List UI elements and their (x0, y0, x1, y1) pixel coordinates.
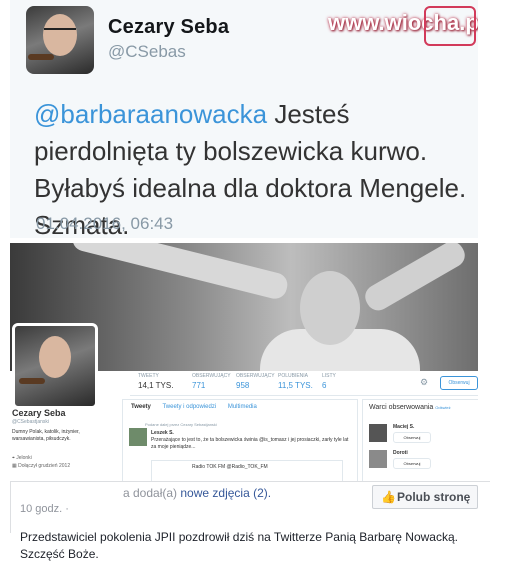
follow-button[interactable]: Obserwuj (440, 376, 478, 390)
stat-following[interactable]: OBSERWUJĄCY 771 (192, 373, 231, 390)
feed-tweet-text: Przerażające to jest to, że ta bolszewic… (151, 437, 349, 450)
thumbs-up-icon: 👍 (381, 490, 396, 504)
tweet-author-handle[interactable]: @CSebas (108, 42, 186, 62)
divider (10, 481, 11, 533)
profile-joined: ▦ Dołączył grudzień 2012 (12, 463, 71, 469)
like-page-button[interactable]: 👍 Polub stronę (372, 485, 478, 509)
tab-tweets[interactable]: Tweety (131, 404, 151, 410)
avatar-pipe (19, 378, 45, 384)
feed-tweet-avatar[interactable] (129, 428, 147, 446)
suggestion-follow-button[interactable]: Obserwuj (393, 458, 431, 469)
banner-figure-head (300, 271, 360, 345)
post-text: Przedstawiciel pokolenia JPII pozdrowił … (20, 530, 458, 561)
watermark-logo-frame (424, 6, 476, 46)
refresh-link[interactable]: Odśwież (435, 405, 450, 410)
twitter-profile-screenshot: TWEETY 14,1 tys. OBSERWUJĄCY 771 OBSERWUJĄ… (10, 243, 478, 481)
feed-tabs: Tweety Tweety i odpowiedzi Multimedia (131, 404, 267, 410)
profile-location: ⌖ Jelonki (12, 455, 32, 461)
tab-media[interactable]: Multimedia (228, 404, 257, 410)
post-action-line: a dodał(a) nowe zdjęcia (2). (123, 486, 272, 500)
suggestion-avatar[interactable] (369, 424, 387, 442)
post-timestamp[interactable]: 10 godz. · (20, 503, 69, 515)
suggestion-row: Maciej S. Obserwuj (369, 422, 477, 446)
suggestion-follow-button[interactable]: Obserwuj (393, 432, 431, 443)
tweet-card: Cezary Seba @CSebas @barbaraanowacka Jes… (10, 0, 478, 238)
facebook-post: a dodał(a) nowe zdjęcia (2). 10 godz. · … (10, 481, 490, 574)
like-page-label: Polub stronę (397, 490, 471, 504)
avatar-pipe (28, 54, 54, 60)
feed-tweet-author[interactable]: Leszek S. (151, 430, 174, 436)
stat-tweets[interactable]: TWEETY 14,1 tys. (138, 373, 173, 390)
profile-name: Cezary Seba (12, 408, 66, 418)
tweet-date[interactable]: 01.04.2016, 06:43 (36, 214, 173, 234)
profile-bio: Dumny Polak, katolik, inżynier, warsawia… (12, 429, 80, 442)
tab-tweets-and-replies[interactable]: Tweety i odpowiedzi (162, 404, 216, 410)
suggestion-name[interactable]: Maciej S. (393, 424, 414, 430)
stat-likes[interactable]: POLUBIENIA 11,5 tys. (278, 373, 313, 390)
suggestion-row: Doroti Obserwuj (369, 448, 477, 472)
retweet-indicator: Podane dalej przez Cezary Sebastjanski (145, 422, 217, 427)
suggestion-name[interactable]: Doroti (393, 450, 408, 456)
who-to-follow-panel: Warci obserwowania Odśwież Maciej S. Obs… (362, 399, 478, 481)
gear-icon[interactable]: ⚙ (420, 377, 428, 388)
profile-feed: Tweety Tweety i odpowiedzi Multimedia Po… (122, 399, 358, 481)
new-photos-link[interactable]: nowe zdjęcia (2). (180, 486, 271, 500)
profile-handle: @CSebastjanski (12, 419, 50, 425)
who-to-follow-title: Warci obserwowania Odśwież (369, 404, 451, 411)
banner-figure-arm-right (360, 243, 470, 315)
avatar-face (39, 336, 71, 378)
profile-avatar[interactable] (12, 323, 98, 409)
stat-followers[interactable]: OBSERWUJĄCY 958 (236, 373, 275, 390)
suggestion-avatar[interactable] (369, 450, 387, 468)
avatar-glasses (44, 28, 76, 38)
tweet-mention-link[interactable]: @barbaraanowacka (34, 99, 267, 129)
tweet-author-name[interactable]: Cezary Seba (108, 16, 229, 39)
stat-lists[interactable]: LISTY 6 (322, 373, 336, 390)
banner-figure-arm-left (70, 243, 290, 302)
tweet-avatar[interactable] (26, 6, 94, 74)
feed-tweet-card[interactable]: Radio TOK FM @Radio_TOK_FM (151, 460, 343, 481)
divider (10, 481, 490, 482)
